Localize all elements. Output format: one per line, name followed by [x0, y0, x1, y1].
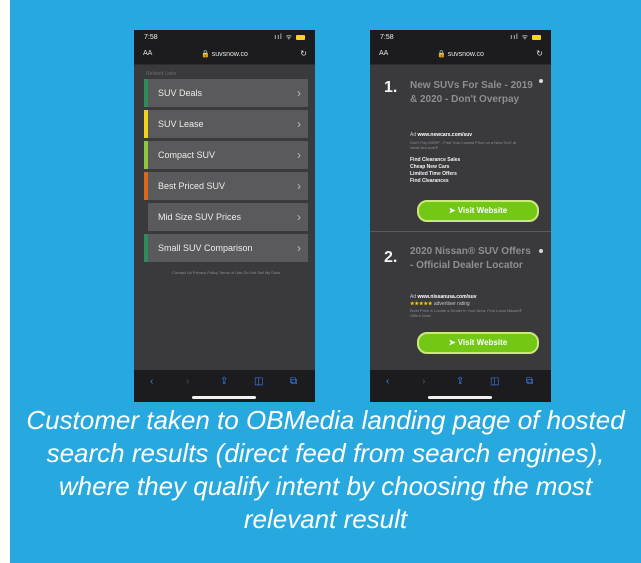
menu-item-best-priced-suv[interactable]: Best Priced SUV › [144, 172, 308, 200]
chevron-right-icon: › [297, 117, 301, 131]
forward-icon[interactable]: › [422, 376, 425, 387]
battery-icon [296, 34, 305, 40]
ad-description: Build Price & Locate a Dealer in Your Ar… [410, 308, 522, 318]
slide-caption: Customer taken to OBMedia landing page o… [26, 405, 625, 534]
signal-wifi-battery-icons: ııl ᯤ [510, 33, 541, 42]
tabs-icon[interactable]: ⧉ [526, 376, 533, 387]
status-bar: 7:58 ııl ᯤ [134, 30, 315, 44]
phone-screen-search-results: 7:58 ııl ᯤ AA 🔒 suvsnow.co ↻ 1. New SUVs… [370, 30, 551, 402]
search-result-ad-1: 1. New SUVs For Sale - 2019 & 2020 - Don… [378, 75, 545, 225]
menu-item-small-suv-comparison[interactable]: Small SUV Comparison › [144, 234, 308, 262]
sitelink-1[interactable]: Find Clearance Sales [410, 157, 460, 164]
share-icon[interactable]: ⇪ [220, 376, 228, 387]
chevron-right-icon: › [297, 241, 301, 255]
result-number: 1. [384, 79, 398, 96]
ad-domain[interactable]: Ad www.newcars.com/suv [410, 132, 472, 138]
menu-item-suv-lease[interactable]: SUV Lease › [144, 110, 308, 138]
tabs-icon[interactable]: ⧉ [290, 376, 297, 387]
browser-toolbar: ‹ › ⇪ ◫ ⧉ [134, 370, 315, 402]
share-icon[interactable]: ⇪ [456, 376, 464, 387]
info-dot-icon[interactable] [539, 249, 543, 253]
phone-screen-related-links: 7:58 ııl ᯤ AA 🔒 suvsnow.co ↻ Related Lin… [134, 30, 315, 402]
page-content: 1. New SUVs For Sale - 2019 & 2020 - Don… [370, 65, 551, 370]
ad-description: Don't Pay MSRP - Find Your Lowest Price … [410, 140, 517, 150]
signal-wifi-battery-icons: ııl ᯤ [274, 33, 305, 42]
ad-headline[interactable]: New SUVs For Sale - 2019 & 2020 - Don't … [410, 79, 534, 107]
search-result-ad-2: 2. 2020 Nissan® SUV Offers - Official De… [378, 235, 545, 365]
reload-icon[interactable]: ↻ [300, 49, 307, 58]
result-number: 2. [384, 249, 398, 266]
status-bar: 7:58 ııl ᯤ [370, 30, 551, 44]
menu-item-suv-deals[interactable]: SUV Deals › [144, 79, 308, 107]
bookmarks-icon[interactable]: ◫ [254, 376, 263, 387]
url-text[interactable]: 🔒 suvsnow.co [134, 50, 315, 58]
browser-toolbar: ‹ › ⇪ ◫ ⧉ [370, 370, 551, 402]
ad-headline[interactable]: 2020 Nissan® SUV Offers - Official Deale… [410, 245, 534, 273]
url-text[interactable]: 🔒 suvsnow.co [370, 50, 551, 58]
chevron-right-icon: › [297, 86, 301, 100]
menu-item-mid-size-suv-prices[interactable]: Mid Size SUV Prices › [144, 203, 308, 231]
back-icon[interactable]: ‹ [150, 376, 153, 387]
chevron-right-icon: › [297, 210, 301, 224]
footer-links[interactable]: Contact Us Privacy Policy Terms of Use D… [144, 270, 308, 275]
rating-stars: ★★★★★ advertiser rating [410, 301, 470, 307]
reload-icon[interactable]: ↻ [536, 49, 543, 58]
result-divider [370, 231, 551, 232]
battery-icon [532, 34, 541, 40]
home-indicator [428, 396, 492, 399]
forward-icon[interactable]: › [186, 376, 189, 387]
menu-item-compact-suv[interactable]: Compact SUV › [144, 141, 308, 169]
info-dot-icon[interactable] [539, 79, 543, 83]
sitelink-4[interactable]: Find Clearances [410, 178, 449, 185]
chevron-right-icon: › [297, 179, 301, 193]
page-content: Related Links SUV Deals › SUV Lease › Comp… [134, 65, 315, 370]
chevron-right-icon: › [297, 148, 301, 162]
status-time: 7:58 [380, 34, 394, 41]
visit-website-button[interactable]: ➤ Visit Website [417, 332, 539, 354]
home-indicator [192, 396, 256, 399]
address-bar[interactable]: AA 🔒 suvsnow.co ↻ [134, 44, 315, 65]
ad-domain[interactable]: Ad www.nissanusa.com/suv [410, 294, 477, 300]
slide-background: 7:58 ııl ᯤ AA 🔒 suvsnow.co ↻ Related Lin… [10, 0, 641, 563]
visit-website-button[interactable]: ➤ Visit Website [417, 200, 539, 222]
related-links-heading: Related Links [146, 71, 177, 77]
bookmarks-icon[interactable]: ◫ [490, 376, 499, 387]
sitelink-2[interactable]: Cheap New Cars [410, 164, 449, 171]
address-bar[interactable]: AA 🔒 suvsnow.co ↻ [370, 44, 551, 65]
back-icon[interactable]: ‹ [386, 376, 389, 387]
status-time: 7:58 [144, 34, 158, 41]
sitelink-3[interactable]: Limited Time Offers [410, 171, 457, 178]
